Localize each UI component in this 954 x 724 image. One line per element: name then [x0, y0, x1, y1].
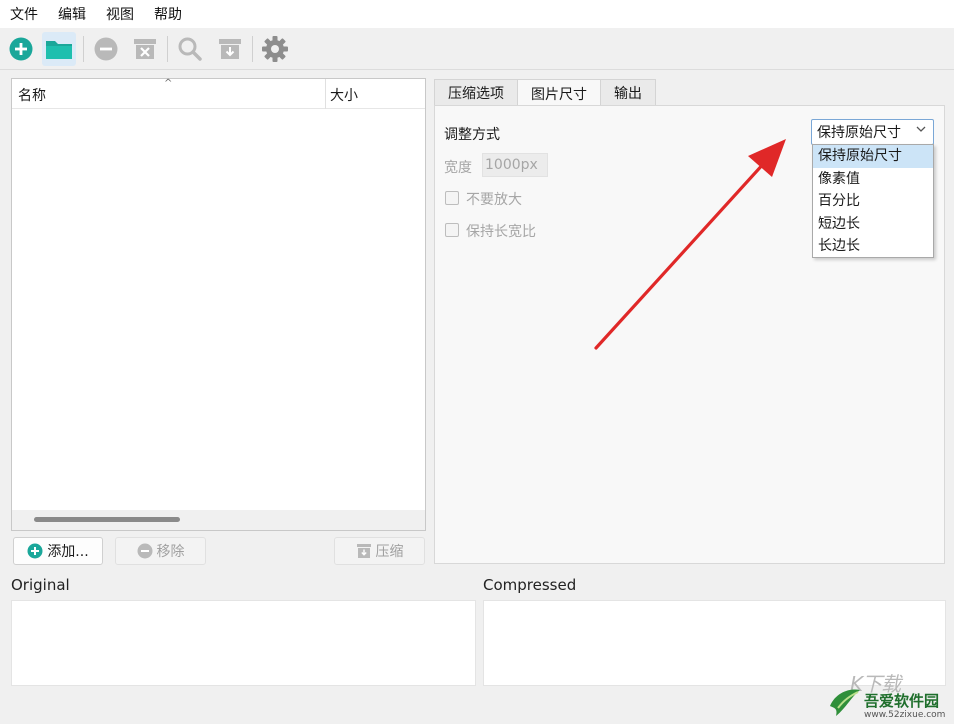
- resize-mode-select[interactable]: 保持原始尺寸: [811, 119, 934, 145]
- search-icon: [178, 37, 202, 61]
- add-icon: [27, 543, 43, 559]
- compress-icon: [219, 39, 241, 59]
- tab-image-size[interactable]: 图片尺寸: [517, 79, 601, 107]
- remove-files-button[interactable]: 移除: [115, 537, 206, 565]
- dropdown-option-original[interactable]: 保持原始尺寸: [813, 145, 933, 168]
- options-tab-bar: 压缩选项 图片尺寸 输出: [434, 79, 656, 107]
- add-files-button[interactable]: 添加...: [13, 537, 103, 565]
- remove-icon: [137, 543, 153, 559]
- original-label: Original: [11, 576, 70, 594]
- clear-icon: [134, 39, 156, 59]
- remove-button[interactable]: [89, 32, 123, 66]
- sort-indicator-icon: ^: [164, 78, 173, 89]
- clear-button[interactable]: [128, 32, 162, 66]
- watermark: K下载 吾爱软件园 www.52zixue.com: [826, 672, 950, 720]
- dropdown-option-pixels[interactable]: 像素值: [813, 168, 933, 191]
- keep-ratio-label: 保持长宽比: [466, 224, 536, 240]
- file-list-header: 名称 ^ 大小: [12, 78, 425, 109]
- keep-ratio-checkbox[interactable]: [445, 223, 459, 237]
- resize-mode-label: 调整方式: [444, 127, 500, 143]
- horizontal-scrollbar[interactable]: [12, 510, 425, 530]
- tab-compression-options[interactable]: 压缩选项: [434, 79, 518, 106]
- width-label: 宽度: [444, 160, 472, 176]
- dropdown-option-short-side[interactable]: 短边长: [813, 213, 933, 236]
- menu-edit[interactable]: 编辑: [58, 4, 86, 24]
- dropdown-option-percent[interactable]: 百分比: [813, 190, 933, 213]
- compress-icon: [356, 543, 372, 559]
- no-enlarge-label: 不要放大: [466, 192, 522, 208]
- menu-file[interactable]: 文件: [10, 4, 38, 24]
- menu-view[interactable]: 视图: [106, 4, 134, 24]
- menu-bar: 文件 编辑 视图 帮助: [0, 0, 954, 28]
- add-files-label: 添加...: [47, 544, 89, 560]
- watermark-brand: 吾爱软件园: [864, 692, 940, 710]
- settings-icon: [262, 36, 288, 62]
- tab-output[interactable]: 输出: [600, 79, 656, 106]
- toolbar: [0, 28, 954, 70]
- add-button[interactable]: [4, 32, 38, 66]
- compressed-label: Compressed: [483, 576, 577, 594]
- menu-help[interactable]: 帮助: [154, 4, 182, 24]
- chevron-down-icon: [915, 123, 927, 138]
- compress-files-label: 压缩: [375, 544, 404, 560]
- open-folder-icon: [46, 41, 72, 59]
- column-header-size[interactable]: 大小: [330, 85, 358, 105]
- search-button[interactable]: [173, 32, 207, 66]
- no-enlarge-checkbox[interactable]: [445, 191, 459, 205]
- open-folder-button[interactable]: [42, 32, 76, 66]
- column-header-name[interactable]: 名称: [18, 85, 46, 105]
- resize-mode-dropdown: 保持原始尺寸 像素值 百分比 短边长 长边长: [812, 144, 934, 258]
- remove-icon: [94, 37, 118, 61]
- column-divider[interactable]: [325, 79, 326, 109]
- add-icon: [9, 37, 33, 61]
- scrollbar-thumb[interactable]: [34, 517, 180, 522]
- resize-mode-value: 保持原始尺寸: [817, 125, 901, 141]
- watermark-logo-icon: [830, 689, 860, 716]
- settings-button[interactable]: [258, 32, 292, 66]
- dropdown-option-long-side[interactable]: 长边长: [813, 235, 933, 258]
- watermark-url: www.52zixue.com: [864, 710, 946, 720]
- compress-files-button[interactable]: 压缩: [334, 537, 425, 565]
- original-preview: [11, 600, 476, 686]
- remove-files-label: 移除: [156, 544, 185, 560]
- file-list[interactable]: 名称 ^ 大小: [11, 78, 426, 531]
- compress-button[interactable]: [213, 32, 247, 66]
- width-field[interactable]: 1000px: [482, 153, 548, 177]
